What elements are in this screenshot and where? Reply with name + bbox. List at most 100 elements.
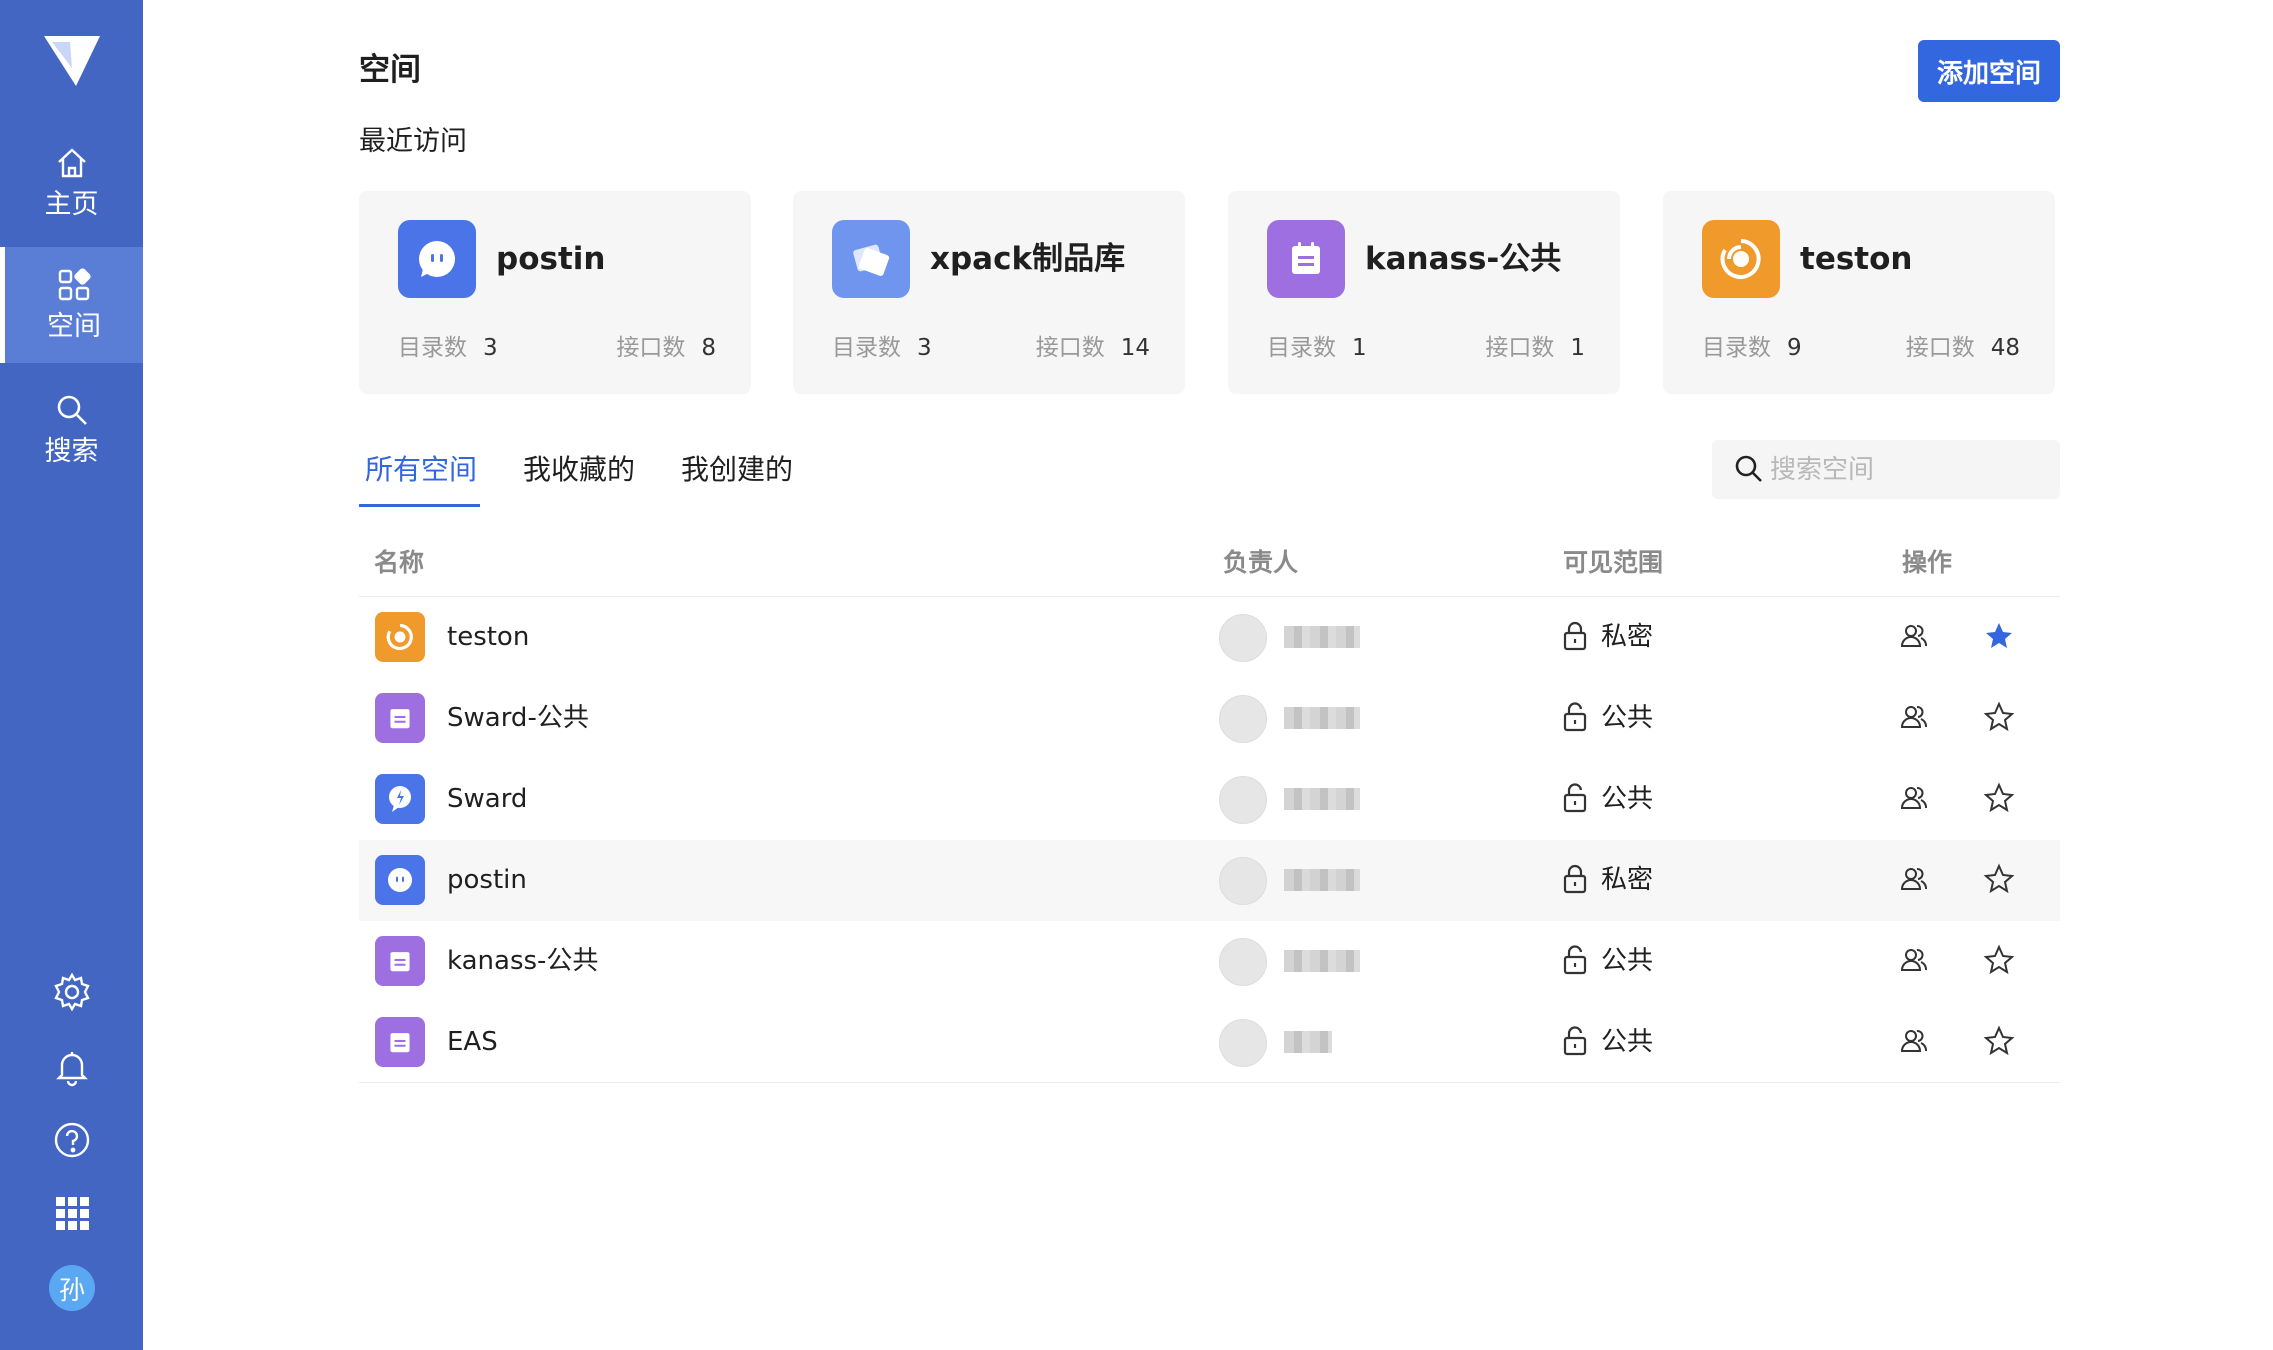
api-count-label: 接口数	[1035, 335, 1105, 361]
card-stats: 目录数 3 接口数 8	[398, 328, 716, 361]
dir-count-label: 目录数	[1267, 335, 1336, 361]
unlock-icon	[1563, 702, 1587, 732]
lock-icon	[1563, 621, 1587, 651]
calendar-icon	[375, 936, 425, 986]
star-outline-icon[interactable]	[1983, 863, 2015, 895]
visibility-label: 公共	[1601, 703, 1654, 733]
owner-avatar	[1219, 1019, 1267, 1067]
apps-grid-icon[interactable]	[52, 1193, 92, 1233]
robot-icon	[375, 855, 425, 905]
space-name[interactable]: EAS	[447, 1025, 498, 1059]
dir-count: 9	[1787, 335, 1802, 361]
app-logo[interactable]	[40, 28, 104, 92]
column-visibility: 可见范围	[1563, 548, 1664, 577]
members-icon[interactable]	[1899, 864, 1929, 894]
recent-card-teston[interactable]: teston 目录数 9 接口数 48	[1663, 191, 2055, 394]
page-title: 空间	[359, 52, 421, 88]
owner-name-redacted	[1284, 626, 1360, 648]
column-actions: 操作	[1902, 548, 1953, 577]
owner-name-redacted	[1284, 1031, 1332, 1053]
card-name: postin	[496, 241, 606, 277]
owner-name-redacted	[1284, 950, 1360, 972]
tab-all-spaces[interactable]: 所有空间	[365, 450, 477, 490]
table-bottom-divider	[359, 1082, 2060, 1083]
table-row[interactable]: Sward-公共 公共	[359, 678, 2060, 759]
dir-count: 3	[917, 335, 932, 361]
space-name[interactable]: Sward-公共	[447, 701, 589, 735]
api-count: 48	[1990, 335, 2020, 361]
target-icon	[1702, 220, 1780, 298]
recent-card-kanass[interactable]: kanass-公共 目录数 1 接口数 1	[1228, 191, 1620, 394]
lock-icon	[1563, 864, 1587, 894]
unlock-icon	[1563, 1026, 1587, 1056]
search-input[interactable]	[1770, 450, 2040, 490]
visibility-label: 公共	[1601, 784, 1654, 814]
card-stats: 目录数 3 接口数 14	[832, 328, 1150, 361]
recent-card-xpack[interactable]: xpack制品库 目录数 3 接口数 14	[793, 191, 1185, 394]
dir-count-label: 目录数	[398, 335, 467, 361]
owner-name-redacted	[1284, 788, 1360, 810]
space-name[interactable]: postin	[447, 863, 527, 897]
star-outline-icon[interactable]	[1983, 701, 2015, 733]
members-icon[interactable]	[1899, 702, 1929, 732]
recent-title: 最近访问	[359, 126, 467, 157]
settings-icon[interactable]	[52, 972, 92, 1012]
calendar-icon	[375, 693, 425, 743]
tab-favorites[interactable]: 我收藏的	[523, 450, 635, 490]
space-name[interactable]: teston	[447, 620, 529, 654]
target-icon	[375, 612, 425, 662]
star-filled-icon[interactable]	[1983, 620, 2015, 652]
members-icon[interactable]	[1899, 1026, 1929, 1056]
table-row[interactable]: EAS 公共	[359, 1002, 2060, 1083]
search-box[interactable]	[1712, 440, 2060, 499]
nav-search[interactable]: 搜索	[0, 372, 143, 488]
calendar-icon	[1267, 220, 1345, 298]
visibility-label: 私密	[1601, 622, 1654, 652]
unlock-icon	[1563, 783, 1587, 813]
nav-home[interactable]: 主页	[0, 125, 143, 241]
user-avatar[interactable]: 孙	[49, 1265, 95, 1311]
nav-search-label: 搜索	[44, 436, 99, 467]
owner-avatar	[1219, 776, 1267, 824]
space-name[interactable]: kanass-公共	[447, 944, 598, 978]
dir-count-label: 目录数	[1702, 335, 1771, 361]
help-icon[interactable]	[52, 1120, 92, 1160]
tab-created[interactable]: 我创建的	[681, 450, 793, 490]
card-name: teston	[1800, 241, 1913, 277]
pin-icon	[375, 774, 425, 824]
owner-avatar	[1219, 857, 1267, 905]
dir-count: 3	[483, 335, 498, 361]
members-icon[interactable]	[1899, 945, 1929, 975]
calendar-icon	[375, 1017, 425, 1067]
sidebar: 主页 空间 搜索 孙	[0, 0, 143, 1350]
table-row[interactable]: kanass-公共 公共	[359, 921, 2060, 1002]
api-count-label: 接口数	[616, 335, 686, 361]
api-count-label: 接口数	[1485, 335, 1555, 361]
api-count: 8	[701, 335, 716, 361]
owner-name-redacted	[1284, 869, 1360, 891]
card-name: kanass-公共	[1365, 241, 1562, 277]
table-row[interactable]: teston 私密	[359, 597, 2060, 678]
add-space-button[interactable]: 添加空间	[1918, 40, 2060, 102]
bell-icon[interactable]	[52, 1047, 92, 1087]
column-owner: 负责人	[1223, 548, 1299, 577]
api-count: 1	[1570, 335, 1585, 361]
search-icon	[57, 395, 87, 425]
star-outline-icon[interactable]	[1983, 782, 2015, 814]
search-icon	[1735, 455, 1762, 482]
active-tab-indicator	[359, 504, 480, 507]
table-row[interactable]: Sward 公共	[359, 759, 2060, 840]
card-stats: 目录数 9 接口数 48	[1702, 328, 2020, 361]
members-icon[interactable]	[1899, 783, 1929, 813]
package-icon	[832, 220, 910, 298]
dir-count-label: 目录数	[832, 335, 901, 361]
recent-card-postin[interactable]: postin 目录数 3 接口数 8	[359, 191, 751, 394]
star-outline-icon[interactable]	[1983, 1025, 2015, 1057]
table-row[interactable]: postin 私密	[359, 840, 2060, 921]
members-icon[interactable]	[1899, 621, 1929, 651]
nav-home-label: 主页	[44, 189, 99, 220]
star-outline-icon[interactable]	[1983, 944, 2015, 976]
nav-space[interactable]: 空间	[0, 247, 143, 363]
owner-name-redacted	[1284, 707, 1360, 729]
space-name[interactable]: Sward	[447, 782, 527, 816]
